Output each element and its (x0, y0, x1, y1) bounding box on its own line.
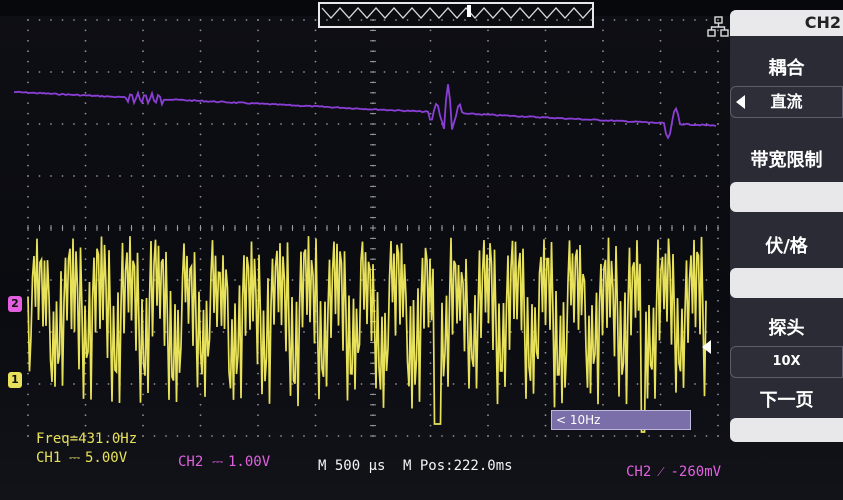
ch1-coupling-icon: ⎓ (69, 450, 81, 466)
bottom-status-bar: Freq=431.0Hz CH1 ⎓ 5.00V CH2 ⎓ 1.00V M 5… (0, 430, 843, 500)
ch2-label: CH2 (178, 454, 204, 470)
trigger-readout: CH2 ⁄ -260mV (626, 464, 722, 480)
ch2-ground-marker: 2 (8, 296, 22, 312)
ch2-scale: 1.00V (228, 454, 271, 470)
graticule-grid (27, 19, 719, 437)
ch2-coupling-icon: ⎓ (212, 454, 224, 470)
next-page-title: 下一页 (759, 390, 814, 411)
ch1-ground-marker: 1 (8, 372, 22, 388)
coupling-title: 耦合 (768, 58, 805, 79)
main-position-readout: M Pos:222.0ms (403, 458, 513, 474)
probe-title: 探头 (768, 318, 805, 339)
ch1-scale: 5.00V (85, 450, 128, 466)
bandwidth-limit-badge-label: < 10Hz (556, 413, 601, 427)
bandwidth-limit-badge: < 10Hz (551, 410, 691, 430)
frequency-readout: Freq=431.0Hz (36, 431, 138, 447)
coupling-menu-item[interactable]: 耦合 直流 (730, 54, 843, 118)
ch2-trace (14, 84, 717, 140)
volts-div-value (730, 268, 843, 298)
bandwidth-limit-menu-item[interactable]: 带宽限制 (730, 146, 843, 212)
menu-header-label: CH2 (804, 13, 841, 32)
oscilloscope-screen: 2 1 CH2 耦合 直流 带宽限制 伏/格 探头 10X 下一页 < 10Hz… (0, 0, 843, 500)
probe-menu-item[interactable]: 探头 10X (730, 314, 843, 378)
ch1-trace (27, 236, 707, 433)
probe-arrow-icon (702, 340, 711, 354)
coupling-arrow-icon (736, 95, 745, 109)
bandwidth-limit-title: 带宽限制 (750, 150, 823, 171)
menu-header: CH2 (730, 10, 843, 36)
ch1-label: CH1 (36, 450, 62, 466)
volts-div-menu-item[interactable]: 伏/格 (730, 232, 843, 298)
coupling-value: 直流 (730, 86, 843, 118)
volts-div-title: 伏/格 (765, 236, 808, 257)
ch2-settings-menu: CH2 耦合 直流 带宽限制 伏/格 探头 10X 下一页 (702, 10, 843, 442)
probe-value: 10X (730, 346, 843, 378)
waveform-display (14, 19, 719, 437)
timebase-readout: M 500 µs (318, 458, 386, 474)
bandwidth-limit-value (730, 182, 843, 212)
